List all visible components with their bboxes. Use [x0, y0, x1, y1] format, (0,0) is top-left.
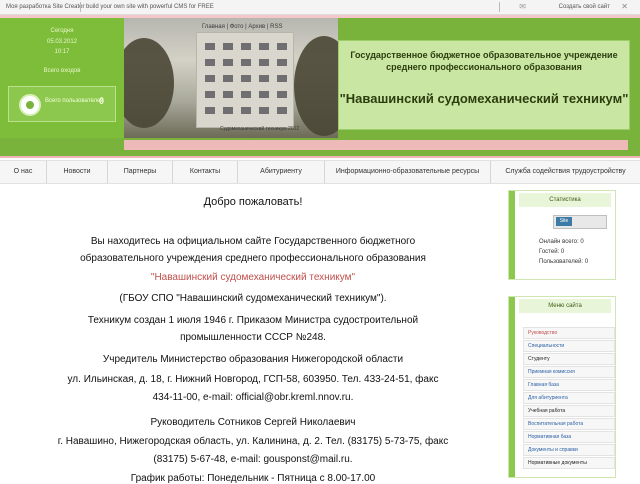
main-nav: О нас Новости Партнеры Контакты Абитурие…: [0, 160, 640, 184]
cms-promo-link[interactable]: build your own site with powerful CMS fo…: [86, 0, 214, 14]
date-label: Сегодня: [50, 28, 74, 34]
college-building-photo: Главная | Фото | Архив | RSS Судомеханич…: [124, 18, 338, 138]
photo-caption[interactable]: Главная | Фото | Архив | RSS: [202, 24, 282, 30]
users-badge: Всего пользователей 0: [8, 86, 116, 122]
header-bottom-strip: [124, 140, 628, 150]
users-count: Пользователей: 0: [539, 259, 589, 265]
short-name-text: (ГБОУ СПО "Навашинский судомеханический …: [119, 293, 387, 304]
main-content: Добро пожаловать! Вы находитесь на офици…: [0, 186, 506, 484]
menu-item[interactable]: Приемная комиссия: [523, 366, 615, 378]
circle-logo-icon: [19, 94, 41, 116]
institution-type: Государственное бюджетное образовательно…: [350, 50, 618, 72]
founder-text: Учредитель Министерство образования Ниже…: [102, 354, 404, 365]
working-hours: График работы: Понедельник - Пятница с 8…: [130, 473, 376, 484]
statistics-panel: Статистика Site Онлайн всего: 0 Гостей: …: [508, 190, 616, 280]
founder-email[interactable]: 434-11-00, e-mail: official@obr.kreml.nn…: [0, 392, 506, 403]
nav-item-employment[interactable]: Служба содействия трудоустройству: [491, 161, 640, 183]
site-menu-panel: Меню сайта Руководство Специальности Сту…: [508, 296, 616, 478]
menu-item[interactable]: Воспитательная работа: [523, 418, 615, 430]
college-name-highlight: "Навашинский судомеханический техникум": [150, 272, 356, 283]
director-text: Руководитель Сотников Сергей Николаевич: [150, 417, 356, 428]
founder-address: ул. Ильинская, д. 18, г. Нижний Новгород…: [67, 374, 439, 385]
history-text: промышленности СССР №248.: [180, 332, 326, 343]
nav-item-contacts[interactable]: Контакты: [173, 161, 238, 183]
top-toolbar: Моя разработка Site Creator build your o…: [0, 0, 640, 15]
menu-item[interactable]: Нормативная база: [523, 431, 615, 443]
envelope-icon[interactable]: ✉: [519, 0, 526, 14]
time-value: 10:17: [54, 49, 70, 55]
menu-item[interactable]: Студенту: [523, 353, 615, 365]
create-site-link[interactable]: Создать свой сайт: [559, 0, 610, 14]
menu-item[interactable]: Для абитуриента: [523, 392, 615, 404]
tree-shape: [294, 36, 338, 136]
building-shape: [196, 32, 294, 128]
topbar-divider: [80, 2, 81, 12]
date-value: 05.03.2012: [46, 39, 78, 45]
statistics-title: Статистика: [519, 193, 611, 207]
college-address: г. Навашино, Нижегородская область, ул. …: [57, 436, 449, 447]
title-box: Государственное бюджетное образовательно…: [338, 40, 630, 130]
nav-item-partners[interactable]: Партнеры: [108, 161, 173, 183]
tree-shape: [124, 38, 174, 128]
counter-label: Site: [556, 217, 572, 226]
intro-text: Вы находитесь на официальном сайте Госуд…: [90, 236, 416, 247]
header-info-panel: Сегодня 05.03.2012 10:17 Всего входов Вс…: [0, 18, 124, 138]
site-title: "Навашинский судомеханический техникум": [339, 91, 629, 106]
topbar-divider-right: [499, 2, 500, 12]
visitors-label: Всего входов: [43, 68, 81, 74]
menu-item[interactable]: Руководство: [523, 327, 615, 339]
welcome-heading: Добро пожаловать!: [203, 196, 303, 208]
intro-text: образовательного учреждения среднего про…: [80, 253, 426, 264]
guests-count: Гостей: 0: [539, 249, 565, 255]
menu-item[interactable]: Документы и справки: [523, 444, 615, 456]
photo-bottom-caption: Судомеханический техникум 2012: [220, 126, 300, 132]
menu-item[interactable]: Главная база: [523, 379, 615, 391]
close-icon[interactable]: ✕: [621, 0, 628, 14]
history-text: Техникум создан 1 июля 1946 г. Приказом …: [87, 315, 419, 326]
nav-item-about[interactable]: О нас: [0, 161, 47, 183]
menu-item[interactable]: Учебная работа: [523, 405, 615, 417]
nav-item-applicants[interactable]: Абитуриенту: [238, 161, 325, 183]
users-badge-label: Всего пользователей: [45, 98, 104, 104]
menu-item[interactable]: Специальности: [523, 340, 615, 352]
nav-item-resources[interactable]: Информационно-образовательные ресурсы: [325, 161, 491, 183]
visit-counter[interactable]: Site: [553, 215, 607, 229]
online-total: Онлайн всего: 0: [539, 239, 584, 245]
users-badge-count: 0: [99, 96, 105, 106]
site-menu-title: Меню сайта: [519, 299, 611, 313]
college-email[interactable]: (83175) 5-67-48, e-mail: gousponst@mail.…: [0, 454, 506, 465]
site-creator-link[interactable]: Моя разработка Site Creator: [6, 0, 85, 14]
menu-item[interactable]: Нормативные документы: [523, 457, 615, 469]
nav-item-news[interactable]: Новости: [47, 161, 108, 183]
